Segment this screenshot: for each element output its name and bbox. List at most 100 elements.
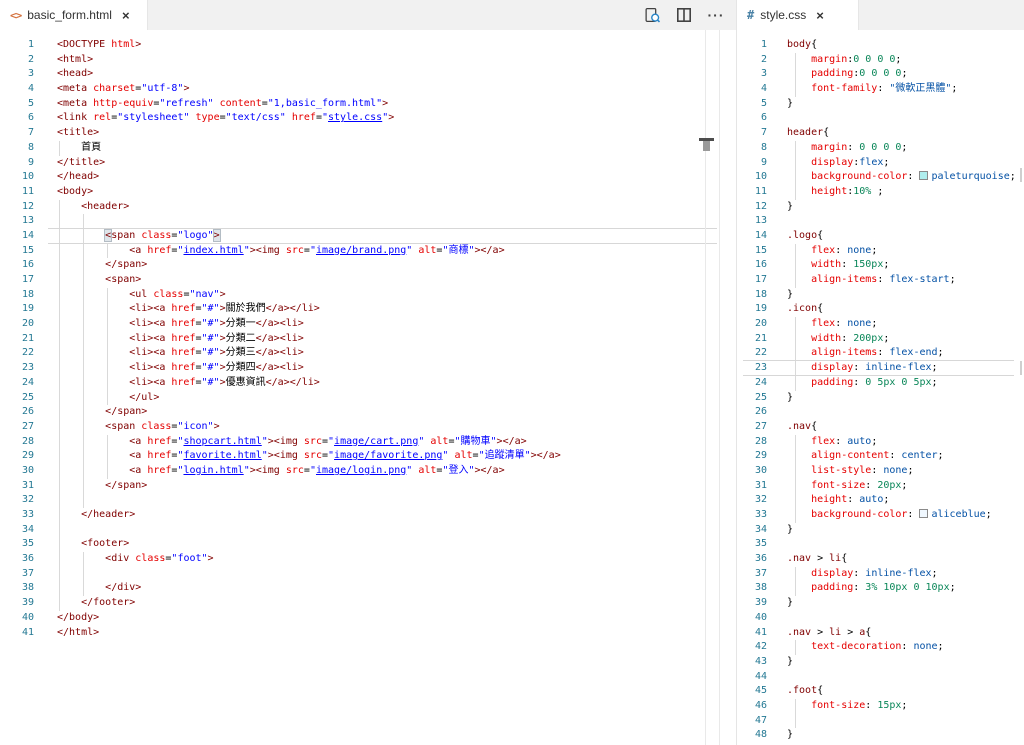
code-text: <li><a href="#">關於我們</a></li> xyxy=(129,303,320,315)
line-number: 26 xyxy=(21,406,34,418)
code-text: </title> xyxy=(57,156,106,168)
code-text: </span> xyxy=(105,259,148,271)
split-editor-icon[interactable] xyxy=(675,6,693,24)
line-number: 40 xyxy=(21,611,34,623)
code-line: 7 <title> xyxy=(0,126,737,141)
code-line: 17 align-items: flex-start; xyxy=(737,273,1024,288)
overview-ruler-cursor-stem xyxy=(703,141,710,151)
code-line: 33 background-color: aliceblue; xyxy=(737,508,1024,523)
code-line: 29 <a href="favorite.html"><img src="ima… xyxy=(0,449,737,464)
code-text: <li><a href="#">優惠資訊</a></li> xyxy=(129,376,320,388)
code-text: <span> xyxy=(105,274,142,285)
code-line: 25} xyxy=(737,391,1024,406)
line-number: 18 xyxy=(21,288,34,300)
line-number: 17 xyxy=(754,274,767,285)
code-line: 36 <div class="foot"> xyxy=(0,552,737,567)
tab-style-css[interactable]: # style.css × xyxy=(737,0,859,30)
code-line: 44 xyxy=(737,670,1024,685)
tab-bar-left: <> basic_form.html × ··· xyxy=(0,0,737,30)
code-line: 4 font-family: "微軟正黑體"; xyxy=(737,82,1024,97)
code-line: 40 xyxy=(737,611,1024,626)
line-number: 12 xyxy=(21,200,34,212)
close-icon[interactable]: × xyxy=(120,8,132,23)
css-file-icon: # xyxy=(747,8,755,22)
code-text: .logo{ xyxy=(787,229,824,241)
code-text: </header> xyxy=(81,509,136,520)
code-line: 1 <DOCTYPE html> xyxy=(0,38,737,53)
line-number: 23 xyxy=(754,362,767,374)
line-number: 19 xyxy=(754,303,767,315)
code-text: width: 200px; xyxy=(811,332,890,344)
code-text: header{ xyxy=(787,127,830,139)
code-editor-html[interactable]: 1 <DOCTYPE html> 2 <html> 3 <head> 4 <meta char… xyxy=(0,30,737,745)
code-line: 48} xyxy=(737,728,1024,743)
code-text: background-color: paleturquoise; xyxy=(811,171,1016,183)
code-text: 首頁 xyxy=(57,141,102,153)
line-number: 8 xyxy=(27,141,34,153)
code-text: <link rel="stylesheet" type="text/css" h… xyxy=(57,112,395,124)
code-text: } xyxy=(787,391,794,403)
code-text: flex: auto; xyxy=(811,435,878,447)
code-text: <head> xyxy=(57,68,94,80)
line-number: 21 xyxy=(21,332,34,344)
code-text: <meta http-equiv="refresh" content="1,ba… xyxy=(57,97,389,109)
code-line: 10 background-color: paleturquoise; xyxy=(737,170,1024,185)
code-text: } xyxy=(787,97,794,109)
code-text: <span class="icon"> xyxy=(105,420,220,432)
code-text: <body> xyxy=(57,185,94,197)
code-text: padding: 3% 10px 0 10px; xyxy=(811,582,956,594)
line-number: 14 xyxy=(21,229,34,241)
code-text: </body> xyxy=(57,611,100,623)
code-text: font-family: "微軟正黑體"; xyxy=(811,83,958,95)
code-line: 1 body{ xyxy=(737,38,1024,53)
code-line: 6 xyxy=(737,111,1024,126)
code-line: 16 </span> xyxy=(0,258,737,273)
line-number: 21 xyxy=(754,332,767,344)
code-text: <a href="login.html"><img src="image/log… xyxy=(129,464,505,476)
code-line: 21 <li><a href="#">分類二</a><li> xyxy=(0,331,737,347)
line-number: 43 xyxy=(754,655,767,667)
code-editor-css[interactable]: 1 body{2 margin:0 0 0 0; 3 padding:0 0 0 0… xyxy=(737,30,1024,745)
code-text: .foot{ xyxy=(787,685,824,697)
line-number: 22 xyxy=(754,347,767,359)
code-text: } xyxy=(787,200,794,212)
code-line: 38 </div> xyxy=(0,581,737,597)
code-line: 38 padding: 3% 10px 0 10px; xyxy=(737,581,1024,597)
line-number: 13 xyxy=(754,215,767,227)
code-line: 28 flex: auto; xyxy=(737,434,1024,450)
close-icon[interactable]: × xyxy=(814,8,826,23)
more-actions-icon[interactable]: ··· xyxy=(707,6,725,24)
code-text: display: inline-flex; xyxy=(811,362,938,374)
open-preview-icon[interactable] xyxy=(643,6,661,24)
code-text: } xyxy=(787,597,794,609)
line-number: 32 xyxy=(21,494,34,506)
line-number: 36 xyxy=(754,553,767,565)
code-line: 39 </footer> xyxy=(0,596,737,611)
code-line: 20 <li><a href="#">分類一</a><li> xyxy=(0,317,737,332)
code-line: 41 .nav > li > a{ xyxy=(737,626,1024,641)
line-number: 37 xyxy=(754,567,767,579)
line-number: 9 xyxy=(27,156,34,168)
line-number: 18 xyxy=(754,288,767,300)
tab-basic-form-html[interactable]: <> basic_form.html × xyxy=(0,0,148,30)
code-line: 14 .logo{ xyxy=(737,229,1024,244)
line-number: 24 xyxy=(754,376,767,388)
line-number: 33 xyxy=(21,509,34,520)
code-line: 35 xyxy=(737,537,1024,552)
code-text: } xyxy=(787,288,794,300)
code-line: 33 </header> xyxy=(0,508,737,523)
code-text: .nav > li > a{ xyxy=(787,626,872,638)
code-text: </footer> xyxy=(81,597,136,609)
code-line: 12 <header> xyxy=(0,199,737,215)
code-line: 15 flex: none; xyxy=(737,243,1024,259)
line-number: 39 xyxy=(21,597,34,609)
line-number: 7 xyxy=(760,127,767,139)
code-line: 30 <a href="login.html"><img src="image/… xyxy=(0,463,737,479)
code-line: 29 align-content: center; xyxy=(737,449,1024,464)
line-number: 16 xyxy=(754,259,767,271)
code-text: font-size: 20px; xyxy=(811,479,908,491)
line-number: 2 xyxy=(760,53,767,65)
code-line: 40 </body> xyxy=(0,611,737,626)
